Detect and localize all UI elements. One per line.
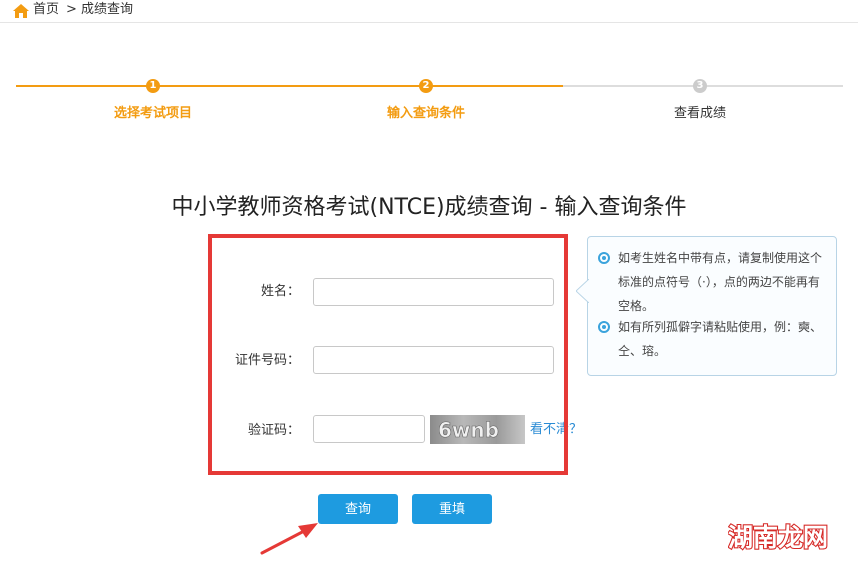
red-arrow-icon xyxy=(260,523,318,555)
step-3-circle: 3 xyxy=(693,79,707,93)
step-1-circle: 1 xyxy=(146,79,160,93)
tip-bullet-icon xyxy=(598,321,610,333)
tips-box: 如考生姓名中带有点，请复制使用这个标准的点符号（·），点的两边不能再有空格。 如… xyxy=(576,236,837,376)
query-button[interactable]: 查询 xyxy=(318,494,398,524)
breadcrumb: 首页 > 成绩查询 xyxy=(0,0,858,23)
breadcrumb-current: 成绩查询 xyxy=(81,2,134,17)
page-title: 中小学教师资格考试(NTCE)成绩查询 - 输入查询条件 xyxy=(171,195,687,220)
tip-1: 如考生姓名中带有点，请复制使用这个标准的点符号（·），点的两边不能再有空格。 xyxy=(618,251,823,313)
step-1-label: 选择考试项目 xyxy=(113,106,192,121)
tips-pointer-icon xyxy=(576,279,589,303)
tip-bullet-icon xyxy=(598,252,610,264)
watermark-logo: 湖南龙网 xyxy=(728,522,829,552)
breadcrumb-separator: > xyxy=(66,2,77,17)
watermark-text: 湖南龙网 xyxy=(728,523,828,552)
breadcrumb-home[interactable]: 首页 xyxy=(33,2,59,18)
step-2-label: 输入查询条件 xyxy=(386,106,465,121)
reset-button[interactable]: 重填 xyxy=(412,494,492,524)
home-icon[interactable] xyxy=(12,3,30,19)
step-progress-line-done xyxy=(16,85,563,87)
step-2-circle: 2 xyxy=(419,79,433,93)
tip-2: 如有所列孤僻字请粘贴使用，例：奭、仝、瑢。 xyxy=(618,320,823,358)
highlight-box xyxy=(208,234,568,475)
step-3-label: 查看成绩 xyxy=(673,106,726,121)
